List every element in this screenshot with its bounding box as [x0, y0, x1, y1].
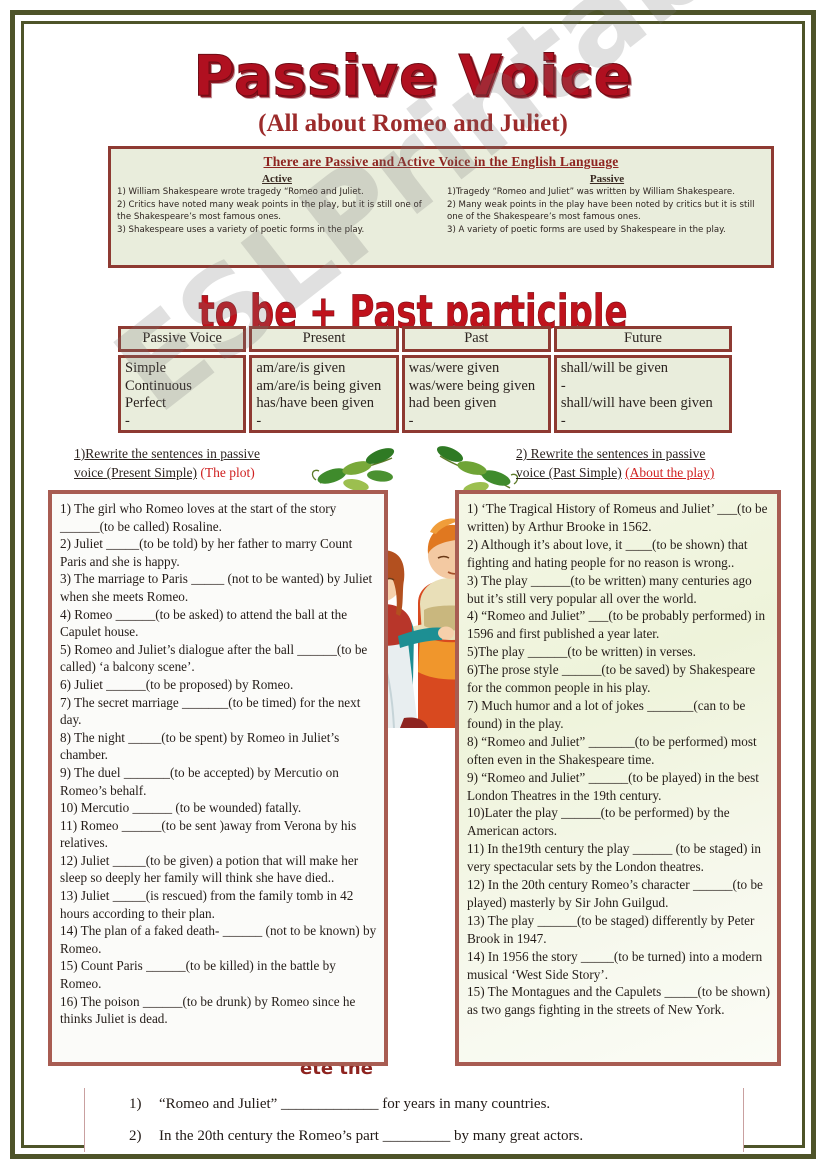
present-dash: -	[256, 412, 262, 429]
active-sentence-2: 2) Critics have noted many weak points i…	[117, 199, 422, 222]
exercise-right-item: 1) ‘The Tragical History of Romeus and J…	[467, 501, 768, 534]
exercise-right-item: 10)Later the play ______(to be performed…	[467, 805, 730, 839]
exercise-right-item: 7) Much humor and a lot of jokes _______…	[467, 697, 746, 731]
exercise-box-past-simple: 1) ‘The Tragical History of Romeus and J…	[455, 490, 781, 1066]
exercise-right-item: 13) The play ______(to be staged) differ…	[467, 912, 755, 946]
exercise-right-item: 6)The prose style ______(to be saved) by…	[467, 662, 756, 696]
passive-sentence-2: 2) Many weak points in the play have bee…	[447, 199, 755, 222]
tense-header-future: Future	[553, 326, 733, 352]
exercise-left-item: 6) Juliet ______(to be proposed) by Rome…	[60, 676, 294, 692]
tense-present-column: am/are/is given am/are/is being given ha…	[249, 355, 399, 433]
aspect-dash: -	[125, 412, 130, 429]
bottom-item-2-text: In the 20th century the Romeo’s part ___…	[159, 1128, 584, 1144]
passive-sentence-1: 1)Tragedy “Romeo and Juliet” was written…	[447, 187, 735, 197]
exercise-right-item: 8) “Romeo and Juliet” _______(to be perf…	[467, 733, 757, 767]
future-simple: shall/will be given	[560, 360, 669, 376]
exercise-left-item: 13) Juliet _____(is rescued) from the fa…	[60, 888, 354, 921]
bottom-item-1-text: “Romeo and Juliet” _____________ for yea…	[159, 1096, 551, 1112]
exercise-right-item: 2) Although it’s about love, it ____(to …	[467, 536, 748, 570]
exercise-right-item: 9) “Romeo and Juliet” ______(to be playe…	[467, 769, 759, 803]
bottom-fill-in-section: 1) “Romeo and Juliet” _____________ for y…	[84, 1088, 744, 1152]
exercise-left-item: 16) The poison ______(to be drunk) by Ro…	[60, 993, 356, 1027]
instruction-right: 2) Rewrite the sentences in passive voic…	[516, 444, 778, 482]
active-sentence-3: 3) Shakespeare uses a variety of poetic …	[117, 224, 365, 235]
past-perfect: had been given	[408, 395, 497, 411]
instruction-left-line2: voice (Present Simple)	[74, 465, 197, 480]
active-column: Active 1) William Shakespeare wrote trag…	[111, 173, 441, 236]
exercise-left-item: 4) Romeo ______(to be asked) to attend t…	[60, 606, 348, 640]
instruction-right-tag: (About the play)	[625, 465, 715, 480]
instruction-right-line2: voice (Past Simple)	[516, 465, 622, 480]
instruction-left-line1: 1)Rewrite the sentences in passive	[74, 446, 260, 461]
present-simple: am/are/is given	[256, 360, 346, 376]
tense-table-header-row: Passive Voice Present Past Future	[118, 326, 733, 352]
exercise-left-item: 8) The night _____(to be spent) by Romeo…	[60, 729, 340, 763]
tense-table: Passive Voice Present Past Future Simple…	[118, 326, 733, 433]
exercise-right-item: 3) The play ______(to be written) many c…	[467, 572, 752, 606]
passive-column: Passive 1)Tragedy “Romeo and Juliet” was…	[441, 173, 771, 236]
instruction-left-tag: (The plot)	[200, 465, 255, 480]
exercise-left-item: 12) Juliet _____(to be given) a potion t…	[60, 852, 359, 886]
passive-column-header: Passive	[589, 173, 625, 185]
worksheet-page: Passive Voice (All about Romeo and Julie…	[0, 0, 826, 1169]
exercise-right-item: 15) The Montagues and the Capulets _____…	[467, 984, 771, 1018]
future-continuous: -	[560, 377, 566, 394]
future-perfect: shall/will have been given	[560, 395, 713, 411]
tense-header-passive-voice: Passive Voice	[118, 326, 247, 352]
active-passive-explanation-box: There are Passive and Active Voice in th…	[108, 146, 774, 268]
tense-table-body-row: Simple Continuous Perfect - am/are/is gi…	[118, 355, 733, 433]
active-sentence-1: 1) William Shakespeare wrote tragedy “Ro…	[117, 187, 364, 197]
exercise-box-present-simple: 1) The girl who Romeo loves at the start…	[48, 490, 388, 1066]
exercise-left-item: 3) The marriage to Paris _____ (not to b…	[60, 571, 373, 604]
page-subtitle: (All about Romeo and Juliet)	[258, 110, 568, 137]
exercise-left-item: 2) Juliet _____(to be told) by her fathe…	[60, 536, 353, 569]
exercise-right-item: 5)The play ______(to be written) in vers…	[467, 644, 696, 660]
instruction-left: 1)Rewrite the sentences in passive voice…	[74, 444, 334, 482]
exercise-left-item: 5) Romeo and Juliet’s dialogue after the…	[60, 641, 368, 675]
passive-sentence-3: 3) A variety of poetic forms are used by…	[447, 224, 726, 235]
explanation-heading: There are Passive and Active Voice in th…	[263, 154, 619, 169]
exercise-right-item: 12) In the 20th century Romeo’s characte…	[467, 877, 763, 910]
bottom-item-2: 2) In the 20th century the Romeo’s part _…	[85, 1120, 743, 1152]
bottom-item-1-number: 1)	[129, 1096, 142, 1112]
aspect-continuous: Continuous	[125, 377, 192, 394]
aspect-perfect: Perfect	[125, 395, 167, 411]
page-title: Passive Voice	[193, 44, 633, 110]
present-continuous: am/are/is being given	[256, 377, 382, 394]
exercise-right-item: 11) In the19th century the play ______ (…	[467, 841, 761, 875]
exercise-left-item: 1) The girl who Romeo loves at the start…	[60, 501, 337, 534]
tense-header-present: Present	[249, 326, 399, 352]
exercise-right-item: 14) In 1956 the story _____(to be turned…	[467, 948, 763, 982]
past-simple: was/were given	[408, 360, 500, 376]
active-column-header: Active	[262, 173, 292, 185]
past-continuous: was/were being given	[408, 377, 536, 394]
exercise-right-item: 4) “Romeo and Juliet” ___(to be probably…	[467, 608, 766, 642]
exercise-left-item: 9) The duel _______(to be accepted) by M…	[60, 764, 339, 798]
tense-future-column: shall/will be given - shall/will have be…	[553, 355, 733, 433]
tense-past-column: was/were given was/were being given had …	[401, 355, 551, 433]
exercise-left-item: 15) Count Paris ______(to be killed) in …	[60, 958, 336, 992]
bottom-item-1: 1) “Romeo and Juliet” _____________ for y…	[85, 1088, 743, 1120]
present-perfect: has/have been given	[256, 395, 374, 411]
aspect-simple: Simple	[125, 360, 167, 376]
instruction-right-line1: 2) Rewrite the sentences in passive	[516, 446, 706, 461]
future-dash: -	[560, 412, 566, 429]
exercise-left-item: 10) Mercutio ______ (to be wounded) fata…	[60, 800, 302, 816]
exercise-left-item: 11) Romeo ______(to be sent )away from V…	[60, 817, 357, 851]
past-dash: -	[408, 412, 414, 429]
tense-aspect-labels: Simple Continuous Perfect -	[118, 355, 247, 433]
bottom-item-2-number: 2)	[129, 1128, 142, 1144]
exercise-left-item: 14) The plan of a faked death- ______ (n…	[60, 923, 377, 956]
tense-header-past: Past	[401, 326, 551, 352]
exercise-left-item: 7) The secret marriage _______(to be tim…	[60, 694, 361, 728]
